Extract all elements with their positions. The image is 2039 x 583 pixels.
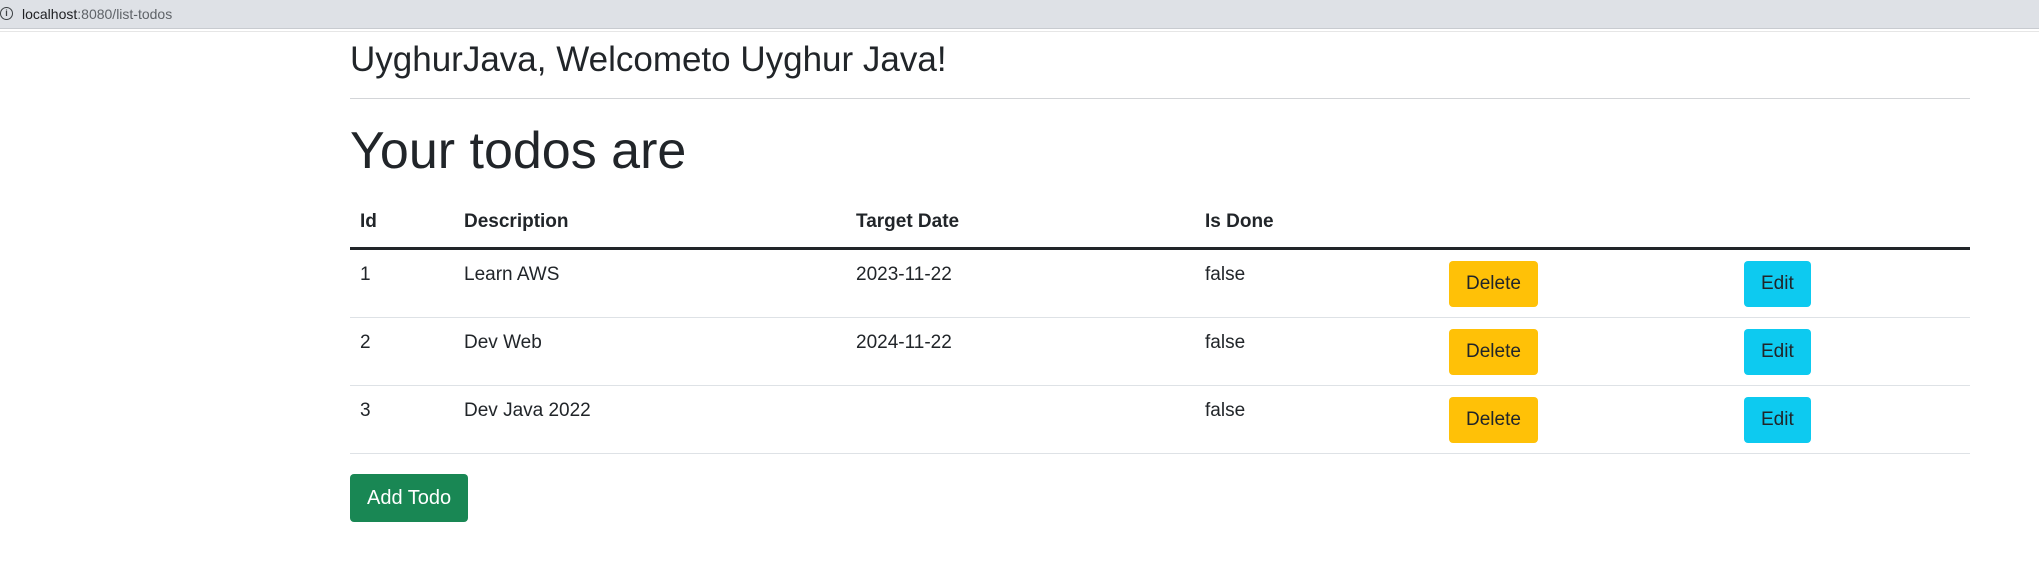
cell-edit: Edit [1734,248,1970,318]
url-field[interactable]: localhost:8080/list-todos [22,6,172,22]
header-id: Id [350,197,454,250]
delete-button[interactable]: Delete [1449,260,1538,307]
header-target-date: Target Date [846,197,1195,250]
main-container: UyghurJava, Welcometo Uyghur Java! Your … [350,32,1970,522]
todo-description: Dev Java 2022 [464,400,591,421]
todo-id: 3 [360,400,371,421]
add-todo-wrap: Add Todo [350,474,1970,522]
header-edit [1734,197,1970,250]
cell-delete: Delete [1439,248,1734,318]
edit-button[interactable]: Edit [1744,396,1811,443]
header-description: Description [454,197,846,250]
todo-description: Dev Web [464,332,542,353]
table-row: 2 Dev Web 2024-11-22 false Delete Edit [350,317,1970,386]
divider [350,98,1970,99]
cell-description: Dev Web [454,317,846,386]
add-todo-button[interactable]: Add Todo [350,474,469,522]
todo-target-date: 2024-11-22 [856,332,952,353]
browser-address-bar[interactable]: i localhost:8080/list-todos [0,0,2039,29]
url-host: localhost [22,6,78,22]
edit-button[interactable]: Edit [1744,328,1811,375]
table-row: 3 Dev Java 2022 false Delete Edit [350,385,1970,454]
info-icon[interactable]: i [0,7,13,20]
todo-target-date: 2023-11-22 [856,264,952,285]
header-delete [1439,197,1734,250]
cell-delete: Delete [1439,385,1734,454]
cell-is-done: false [1195,385,1439,454]
todo-is-done: false [1205,332,1246,353]
header-is-done: Is Done [1195,197,1439,250]
cell-description: Learn AWS [454,248,846,318]
todo-description: Learn AWS [464,264,560,285]
todo-is-done: false [1205,264,1246,285]
cell-id: 1 [350,248,454,318]
todo-id: 2 [360,332,371,353]
cell-target-date: 2024-11-22 [846,317,1195,386]
table-row: 1 Learn AWS 2023-11-22 false Delete Edit [350,248,1970,318]
cell-id: 3 [350,385,454,454]
page-title: Your todos are [350,122,687,180]
cell-delete: Delete [1439,317,1734,386]
cell-edit: Edit [1734,385,1970,454]
url-path: :8080/list-todos [77,6,173,22]
cell-id: 2 [350,317,454,386]
cell-is-done: false [1195,317,1439,386]
delete-button[interactable]: Delete [1449,396,1538,443]
edit-button[interactable]: Edit [1744,260,1811,307]
cell-description: Dev Java 2022 [454,385,846,454]
todo-is-done: false [1205,400,1246,421]
cell-edit: Edit [1734,317,1970,386]
table-header-row: Id Description Target Date Is Done [350,197,1970,250]
delete-button[interactable]: Delete [1449,328,1538,375]
cell-is-done: false [1195,248,1439,318]
todos-table: Id Description Target Date Is Done 1 Lea… [350,197,1970,454]
cell-target-date: 2023-11-22 [846,248,1195,318]
welcome-heading: UyghurJava, Welcometo Uyghur Java! [350,40,947,79]
cell-target-date [846,385,1195,454]
todo-id: 1 [360,264,371,285]
